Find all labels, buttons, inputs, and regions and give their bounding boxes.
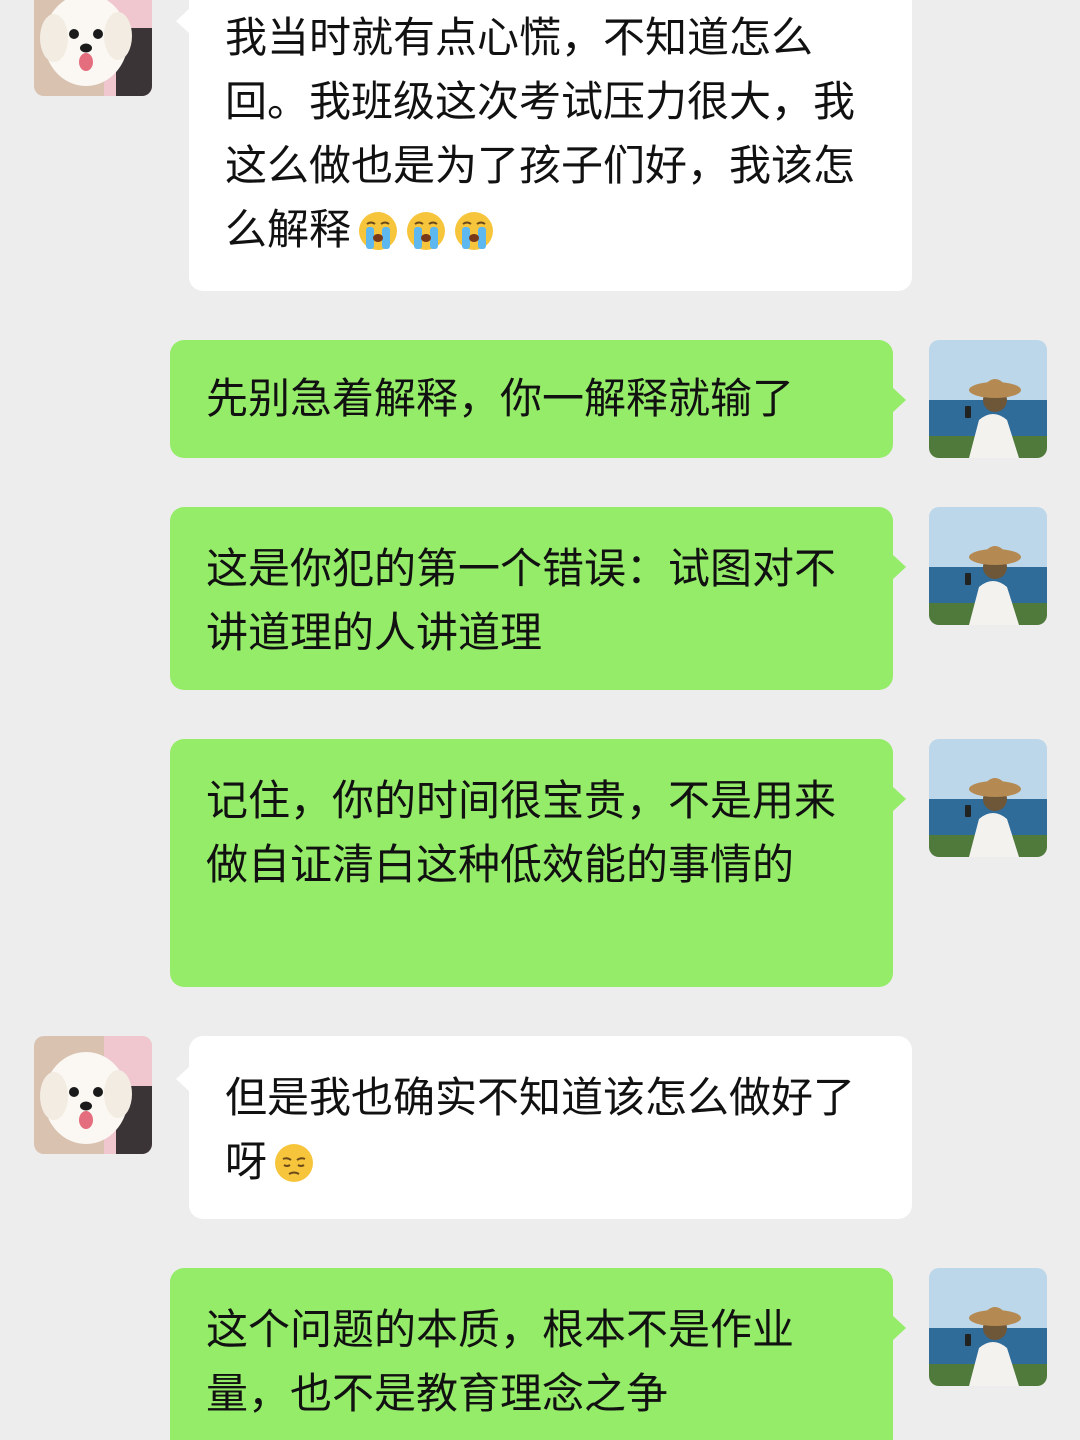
- pensive-face-icon: [273, 1142, 315, 1184]
- my-avatar[interactable]: [929, 340, 1047, 458]
- seaside-avatar-image: [929, 507, 1047, 625]
- my-avatar[interactable]: [929, 739, 1047, 857]
- dog-avatar-image: [34, 1036, 152, 1154]
- message-bubble-incoming[interactable]: 但是我也确实不知道该怎么做好了呀: [176, 1036, 912, 1219]
- chat-window: 我当时就有点心慌，不知道怎么回。我班级这次考试压力很大，我这么做也是为了孩子们好…: [0, 0, 1080, 1440]
- message-text: 记住，你的时间很宝贵，不是用来做自证清白这种低效能的事情的: [206, 776, 837, 889]
- loudly-crying-face-icon: [405, 210, 447, 252]
- message-text: 先别急着解释，你一解释就输了: [206, 374, 795, 423]
- seaside-avatar-image: [929, 340, 1047, 458]
- message-bubble-incoming[interactable]: 我当时就有点心慌，不知道怎么回。我班级这次考试压力很大，我这么做也是为了孩子们好…: [176, 0, 912, 291]
- my-avatar[interactable]: [929, 1268, 1047, 1386]
- message-text: 这是你犯的第一个错误：试图对不讲道理的人讲道理: [206, 544, 837, 657]
- message-bubble-outgoing[interactable]: 这是你犯的第一个错误：试图对不讲道理的人讲道理: [170, 507, 906, 690]
- message-bubble-outgoing[interactable]: 这个问题的本质，根本不是作业量，也不是教育理念之争: [170, 1268, 906, 1440]
- message-bubble-outgoing[interactable]: 记住，你的时间很宝贵，不是用来做自证清白这种低效能的事情的: [170, 739, 906, 987]
- message-bubble-outgoing[interactable]: 先别急着解释，你一解释就输了: [170, 340, 906, 458]
- loudly-crying-face-icon: [357, 210, 399, 252]
- my-avatar[interactable]: [929, 507, 1047, 625]
- seaside-avatar-image: [929, 1268, 1047, 1386]
- contact-avatar-dog[interactable]: [34, 1036, 152, 1154]
- message-text: 我当时就有点心慌，不知道怎么回。我班级这次考试压力很大，我这么做也是为了孩子们好…: [225, 13, 856, 254]
- emoji-group: [351, 206, 495, 270]
- message-text: 但是我也确实不知道该怎么做好了呀: [225, 1073, 856, 1186]
- emoji-group: [267, 1138, 315, 1202]
- message-text: 这个问题的本质，根本不是作业量，也不是教育理念之争: [206, 1305, 795, 1418]
- dog-avatar-image: [34, 0, 152, 96]
- contact-avatar-dog[interactable]: [34, 0, 152, 96]
- loudly-crying-face-icon: [453, 210, 495, 252]
- seaside-avatar-image: [929, 739, 1047, 857]
